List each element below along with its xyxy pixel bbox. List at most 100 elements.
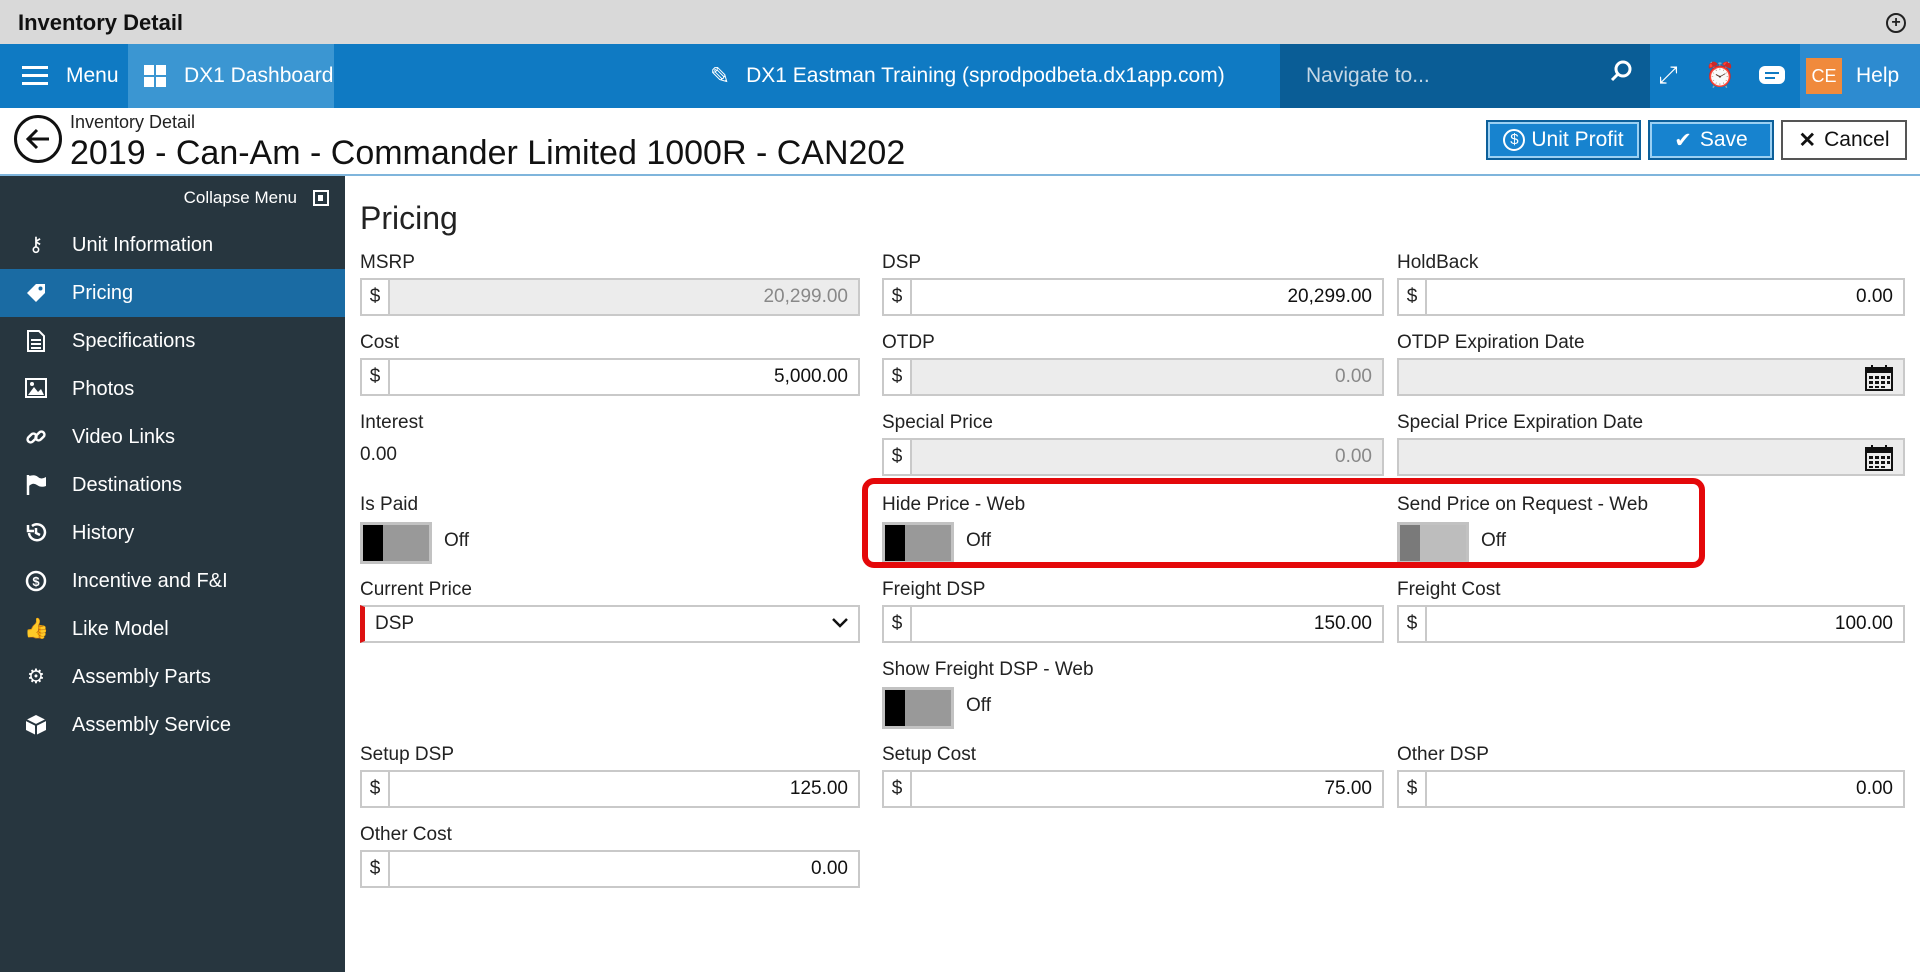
cost-field: Cost $ 5,000.00 bbox=[360, 332, 860, 396]
key-icon: ⚷ bbox=[28, 234, 44, 256]
dsp-input[interactable]: $ 20,299.00 bbox=[882, 278, 1384, 316]
sidebar-item-assembly-service[interactable]: Assembly Service bbox=[0, 701, 345, 749]
sidebar-item-like-model[interactable]: 👍 Like Model bbox=[0, 605, 345, 653]
setup-cost-input[interactable]: $ 75.00 bbox=[882, 770, 1384, 808]
other-cost-label: Other Cost bbox=[360, 824, 452, 845]
other-dsp-value: 0.00 bbox=[1856, 778, 1893, 799]
unit-profit-button[interactable]: $ Unit Profit bbox=[1486, 120, 1641, 160]
holdback-label: HoldBack bbox=[1397, 252, 1479, 273]
calendar-icon[interactable] bbox=[1865, 445, 1893, 471]
special-price-label: Special Price bbox=[882, 412, 993, 433]
show-freight-dsp-toggle[interactable] bbox=[882, 687, 954, 729]
cancel-label: Cancel bbox=[1824, 128, 1890, 151]
currency-symbol: $ bbox=[362, 360, 390, 394]
current-price-label: Current Price bbox=[360, 579, 472, 600]
add-circle-icon[interactable]: + bbox=[1886, 13, 1906, 33]
sidebar-item-label: Video Links bbox=[72, 425, 176, 448]
arrow-left-icon bbox=[25, 128, 49, 150]
unit-profit-label: Unit Profit bbox=[1531, 128, 1624, 151]
sidebar-item-unit-information[interactable]: ⚷ Unit Information bbox=[0, 221, 345, 269]
interest-value: 0.00 bbox=[360, 444, 397, 465]
otdp-input: $ 0.00 bbox=[882, 358, 1384, 396]
setup-cost-field: Setup Cost $ 75.00 bbox=[882, 744, 1384, 808]
sidebar-item-assembly-parts[interactable]: ⚙ Assembly Parts bbox=[0, 653, 345, 701]
sidebar-item-label: Photos bbox=[72, 377, 135, 400]
freight-dsp-input[interactable]: $ 150.00 bbox=[882, 605, 1384, 643]
otdp-field: OTDP $ 0.00 bbox=[882, 332, 1384, 396]
sidebar-item-label: Pricing bbox=[72, 281, 134, 304]
menu-label: Menu bbox=[66, 64, 119, 87]
collapse-menu-button[interactable]: Collapse Menu bbox=[184, 188, 329, 208]
msrp-label: MSRP bbox=[360, 252, 415, 273]
msrp-value: 20,299.00 bbox=[763, 286, 848, 307]
otdp-expiration-input bbox=[1397, 358, 1905, 396]
setup-cost-value: 75.00 bbox=[1324, 778, 1372, 799]
holdback-input[interactable]: $ 0.00 bbox=[1397, 278, 1905, 316]
gear-icon: ⚙ bbox=[27, 666, 45, 688]
cost-input[interactable]: $ 5,000.00 bbox=[360, 358, 860, 396]
special-price-input: $ 0.00 bbox=[882, 438, 1384, 476]
sidebar-item-photos[interactable]: Photos bbox=[0, 365, 345, 413]
holdback-field: HoldBack $ 0.00 bbox=[1397, 252, 1905, 316]
sidebar-item-incentive[interactable]: $ Incentive and F&I bbox=[0, 557, 345, 605]
highlight-annotation bbox=[862, 478, 1705, 568]
sidebar-item-pricing[interactable]: Pricing bbox=[0, 269, 345, 317]
alarm-clock-icon[interactable]: ⏰ bbox=[1704, 60, 1736, 92]
sidebar-item-specifications[interactable]: Specifications bbox=[0, 317, 345, 365]
help-link[interactable]: Help bbox=[1856, 44, 1899, 108]
msrp-field: MSRP $ 20,299.00 bbox=[360, 252, 860, 316]
save-label: Save bbox=[1699, 128, 1748, 151]
sidebar-item-label: Like Model bbox=[72, 617, 169, 640]
save-button[interactable]: ✔ Save bbox=[1648, 120, 1774, 160]
otdp-expiration-label: OTDP Expiration Date bbox=[1397, 332, 1585, 353]
setup-dsp-field: Setup DSP $ 125.00 bbox=[360, 744, 860, 808]
special-price-expiration-label: Special Price Expiration Date bbox=[1397, 412, 1644, 433]
sidebar-item-video-links[interactable]: Video Links bbox=[0, 413, 345, 461]
back-button[interactable] bbox=[14, 115, 62, 163]
collapse-menu-label: Collapse Menu bbox=[183, 188, 297, 207]
is-paid-field: Is Paid Off bbox=[360, 494, 560, 574]
pencil-icon: ✎ bbox=[710, 62, 731, 90]
site-label: DX1 Eastman Training (sprodpodbeta.dx1ap… bbox=[746, 64, 1225, 87]
freight-cost-input[interactable]: $ 100.00 bbox=[1397, 605, 1905, 643]
current-price-select[interactable]: DSP bbox=[360, 605, 860, 643]
dsp-field: DSP $ 20,299.00 bbox=[882, 252, 1384, 316]
sidebar-item-history[interactable]: History bbox=[0, 509, 345, 557]
setup-dsp-value: 125.00 bbox=[789, 778, 848, 799]
sidebar-item-label: Unit Information bbox=[72, 233, 214, 256]
page-header: Inventory Detail 2019 - Can-Am - Command… bbox=[0, 108, 1920, 176]
sidebar-nav: ⚷ Unit Information Pricing Specification… bbox=[0, 221, 345, 749]
is-paid-toggle[interactable] bbox=[360, 522, 432, 564]
currency-symbol: $ bbox=[362, 852, 390, 886]
freight-dsp-label: Freight DSP bbox=[882, 579, 986, 600]
dashboard-button[interactable]: DX1 Dashboard bbox=[128, 44, 334, 108]
dashboard-tiles-icon bbox=[144, 65, 166, 87]
thumbs-up-icon: 👍 bbox=[24, 618, 49, 640]
cancel-button[interactable]: ✕ Cancel bbox=[1781, 120, 1907, 160]
sidebar-item-label: History bbox=[72, 521, 135, 544]
avatar[interactable]: CE bbox=[1806, 58, 1842, 94]
other-cost-input[interactable]: $ 0.00 bbox=[360, 850, 860, 888]
navigate-input[interactable] bbox=[1304, 58, 1584, 94]
search-icon[interactable] bbox=[1610, 60, 1632, 82]
sidebar-item-label: Destinations bbox=[72, 473, 183, 496]
interest-label: Interest bbox=[360, 412, 424, 433]
dollar-circle-icon: $ bbox=[24, 570, 48, 592]
setup-dsp-input[interactable]: $ 125.00 bbox=[360, 770, 860, 808]
fullscreen-icon[interactable]: ⤢ bbox=[1652, 60, 1684, 92]
other-cost-field: Other Cost $ 0.00 bbox=[360, 824, 860, 888]
freight-cost-field: Freight Cost $ 100.00 bbox=[1397, 579, 1905, 643]
hamburger-icon bbox=[22, 66, 48, 86]
page-title: 2019 - Can-Am - Commander Limited 1000R … bbox=[70, 134, 906, 172]
window-titlebar: Inventory Detail + bbox=[0, 0, 1920, 44]
top-navbar: Menu DX1 Dashboard ✎ DX1 Eastman Trainin… bbox=[0, 44, 1920, 108]
sidebar-item-destinations[interactable]: Destinations bbox=[0, 461, 345, 509]
other-dsp-input[interactable]: $ 0.00 bbox=[1397, 770, 1905, 808]
menu-button[interactable]: Menu bbox=[22, 44, 119, 108]
msrp-input: $ 20,299.00 bbox=[360, 278, 860, 316]
dsp-value: 20,299.00 bbox=[1287, 286, 1372, 307]
site-indicator[interactable]: ✎ DX1 Eastman Training (sprodpodbeta.dx1… bbox=[710, 44, 1225, 108]
special-price-field: Special Price $ 0.00 bbox=[882, 412, 1384, 476]
calendar-icon[interactable] bbox=[1865, 365, 1893, 391]
chat-icon[interactable] bbox=[1756, 60, 1788, 92]
